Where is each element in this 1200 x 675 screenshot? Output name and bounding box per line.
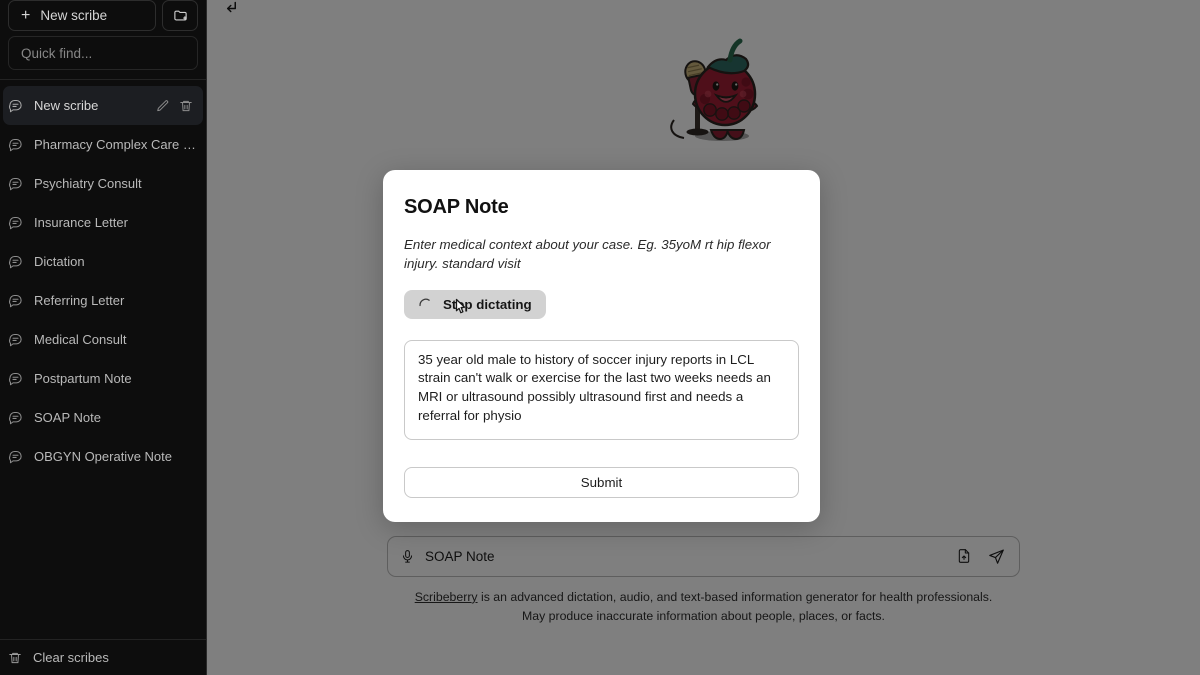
sidebar-item-psychiatry-consult[interactable]: Psychiatry Consult xyxy=(0,164,206,203)
row-actions xyxy=(156,99,193,113)
sidebar-item-label: OBGYN Operative Note xyxy=(34,449,172,464)
edit-icon[interactable] xyxy=(156,99,170,113)
sidebar-item-label: Pharmacy Complex Care Plan xyxy=(34,137,196,152)
stop-dictating-button[interactable]: Stop dictating xyxy=(404,289,546,319)
trash-icon xyxy=(8,651,22,665)
loading-spinner-icon xyxy=(418,297,432,311)
modal-title: SOAP Note xyxy=(404,196,509,218)
sidebar-item-label: SOAP Note xyxy=(34,410,101,425)
stop-dictating-label: Stop dictating xyxy=(443,296,532,312)
sidebar-item-postpartum-note[interactable]: Postpartum Note xyxy=(0,359,206,398)
medical-context-textarea[interactable] xyxy=(404,339,799,440)
sidebar-item-dictation[interactable]: Dictation xyxy=(0,242,206,281)
message-icon xyxy=(8,293,23,308)
sidebar-item-soap-note[interactable]: SOAP Note xyxy=(0,398,206,437)
search-input[interactable] xyxy=(8,36,198,70)
message-icon xyxy=(8,137,23,152)
submit-button[interactable]: Submit xyxy=(404,466,799,498)
soap-note-modal: SOAP Note Enter medical context about yo… xyxy=(383,170,820,522)
sidebar-item-referring-letter[interactable]: Referring Letter xyxy=(0,281,206,320)
message-icon xyxy=(8,332,23,347)
delete-icon[interactable] xyxy=(179,99,193,113)
sidebar-item-label: Medical Consult xyxy=(34,332,127,347)
message-icon xyxy=(8,410,23,425)
clear-scribes-button[interactable]: Clear scribes xyxy=(0,639,206,675)
sidebar-item-obgyn-operative-note[interactable]: OBGYN Operative Note xyxy=(0,437,206,476)
new-scribe-button[interactable]: + New scribe xyxy=(8,0,156,31)
sidebar-item-medical-consult[interactable]: Medical Consult xyxy=(0,320,206,359)
plus-icon: + xyxy=(21,6,31,24)
new-scribe-label: New scribe xyxy=(40,8,108,23)
message-icon xyxy=(8,176,23,191)
message-icon xyxy=(8,254,23,269)
sidebar-item-pharmacy-complex-care-plan[interactable]: Pharmacy Complex Care Plan xyxy=(0,125,206,164)
message-icon xyxy=(8,371,23,386)
clear-scribes-label: Clear scribes xyxy=(33,650,109,665)
sidebar-item-label: Insurance Letter xyxy=(34,215,128,230)
message-icon xyxy=(8,449,23,464)
scribe-list: New scribe Pharmacy Complex Care Plan Ps… xyxy=(0,80,206,639)
sidebar-item-label: New scribe xyxy=(34,98,99,113)
sidebar-item-label: Psychiatry Consult xyxy=(34,176,142,191)
folder-plus-icon xyxy=(173,8,188,23)
message-icon xyxy=(8,98,23,113)
sidebar-item-new-scribe[interactable]: New scribe xyxy=(3,86,203,125)
app-root: + New scribe Quick find... New scribe Ph… xyxy=(0,0,1200,675)
sidebar-search-wrap xyxy=(0,31,206,79)
sidebar-item-label: Referring Letter xyxy=(34,293,125,308)
sidebar-item-label: Postpartum Note xyxy=(34,371,132,386)
sidebar-item-label: Dictation xyxy=(34,254,85,269)
new-folder-button[interactable] xyxy=(162,0,198,31)
sidebar: + New scribe Quick find... New scribe Ph… xyxy=(0,0,207,675)
sidebar-header: + New scribe xyxy=(0,0,206,31)
sidebar-item-insurance-letter[interactable]: Insurance Letter xyxy=(0,203,206,242)
message-icon xyxy=(8,215,23,230)
modal-subtitle: Enter medical context about your case. E… xyxy=(404,237,771,272)
